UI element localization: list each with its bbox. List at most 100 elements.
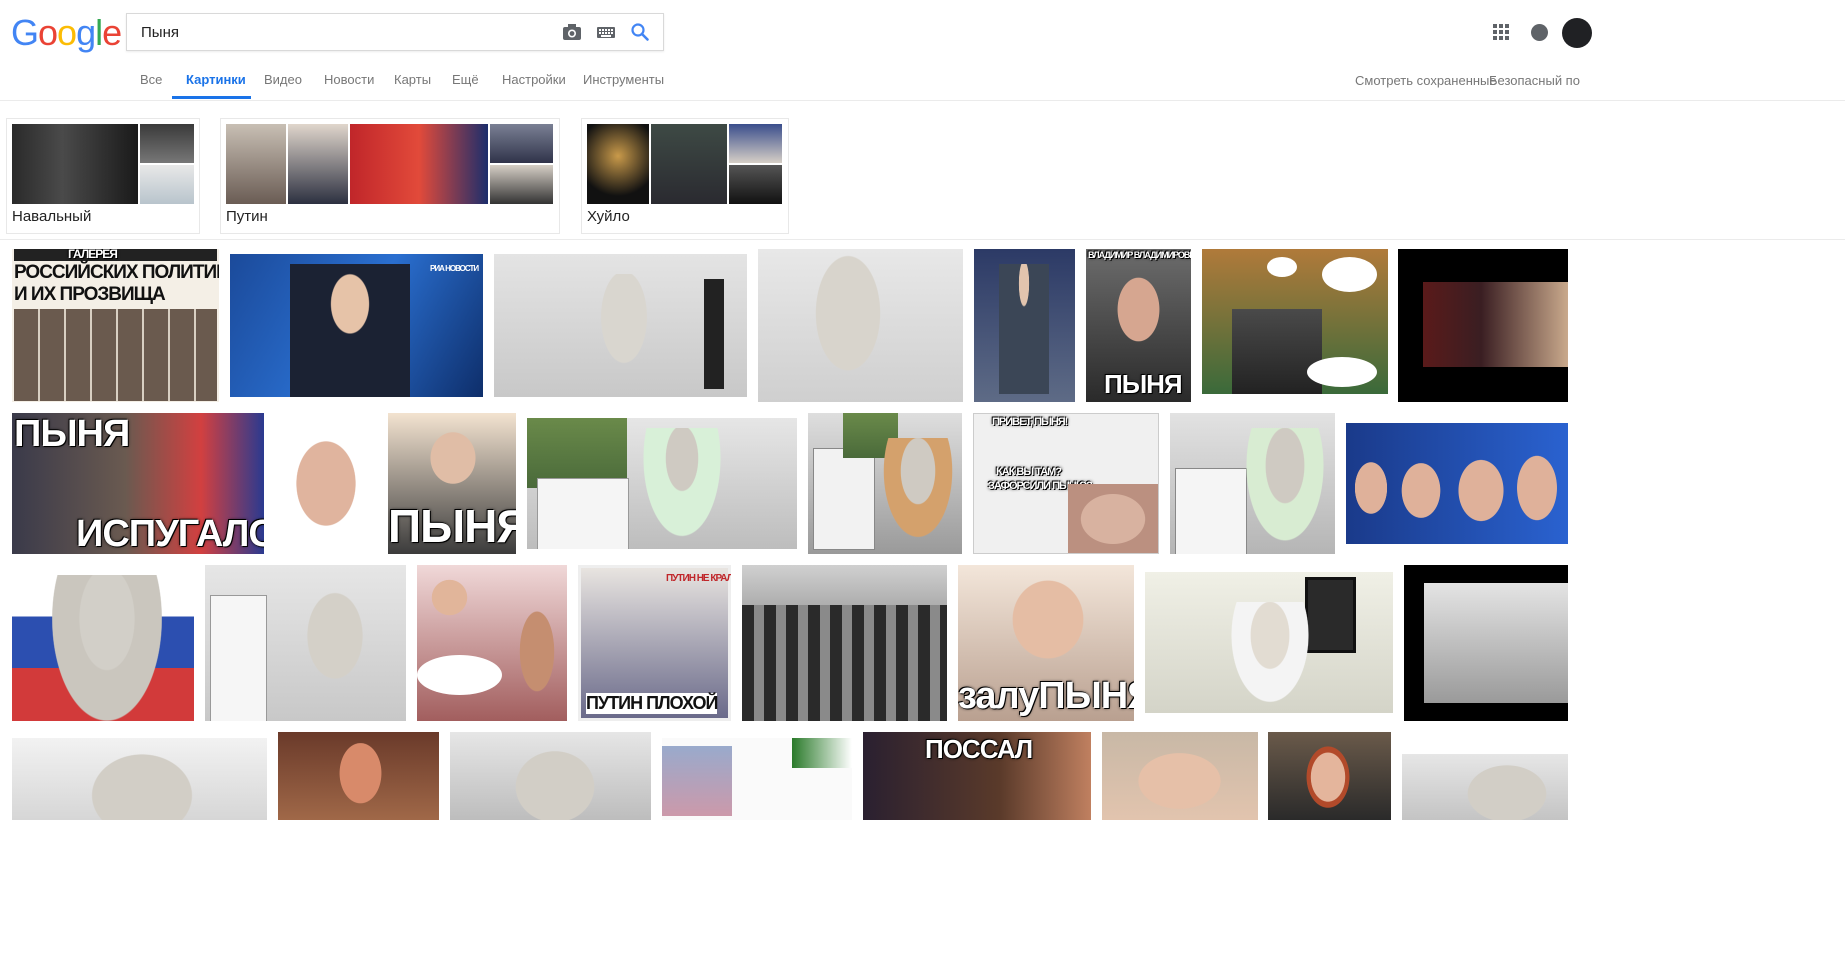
header: Google Все Картинки Видео Новости Карты — [0, 0, 1845, 101]
tab-news[interactable]: Новости — [324, 72, 374, 87]
person — [999, 264, 1049, 394]
face — [1122, 742, 1237, 820]
chip-label: Хуйло — [587, 208, 630, 225]
face — [1452, 754, 1562, 820]
character — [637, 428, 727, 549]
result-image-3d-bed[interactable] — [1145, 572, 1393, 713]
result-image-cartoon-faces-blue[interactable] — [1346, 423, 1568, 544]
result-image-3d-character-room[interactable] — [494, 254, 747, 397]
tab-tools[interactable]: Инструменты — [583, 72, 664, 87]
chip-thumbnail — [651, 124, 727, 204]
camera-icon[interactable] — [562, 22, 582, 42]
apps-grid-icon[interactable] — [1493, 24, 1509, 40]
saved-images-link[interactable]: Смотреть сохраненные — [1355, 73, 1497, 88]
search-input[interactable] — [141, 14, 541, 50]
collage-item — [792, 738, 852, 768]
person — [290, 264, 410, 397]
face — [1298, 742, 1358, 820]
chip-thumbnail — [490, 124, 553, 163]
result-image-3d-dark[interactable] — [1404, 565, 1568, 721]
monitor — [537, 478, 629, 549]
image-caption: ПЫНЯ — [388, 500, 516, 552]
chip-thumbnail — [226, 124, 286, 204]
characters — [1232, 309, 1322, 394]
character — [798, 254, 898, 402]
image-caption: залуПЫНЯ — [958, 675, 1134, 717]
monitor — [210, 595, 267, 721]
speech-bubble — [1322, 257, 1377, 292]
tab-images[interactable]: Картинки — [186, 72, 246, 87]
face — [1106, 269, 1171, 359]
photo-grid — [14, 309, 217, 401]
related-chip-putin[interactable]: Путин — [220, 118, 560, 234]
result-image-privet-pynya[interactable]: ПРИВЕТ, ПЫНЯ! КАК ВЫ ТАМ? ЗАФОРСИЛИ ПЫНЮ… — [973, 413, 1159, 554]
keyboard-icon[interactable] — [596, 22, 616, 42]
chip-thumbnail — [140, 124, 194, 163]
result-image-cartoon-room[interactable] — [417, 565, 567, 721]
google-logo[interactable]: Google — [11, 12, 122, 54]
result-image-3d-face-close-3[interactable] — [1402, 754, 1568, 820]
account-avatar[interactable] — [1562, 18, 1592, 48]
result-image-comic-strip[interactable] — [1202, 249, 1388, 394]
result-image-putin-dark[interactable] — [1398, 249, 1568, 402]
image-caption: ГАЛЕРЕЯ — [68, 249, 118, 261]
result-image-vladimir-pynya[interactable]: ВЛАДИМИР ВЛАДИМИРОВИЧ ПЫНЯ — [1086, 249, 1191, 402]
result-image-3d-computer-2[interactable] — [808, 413, 962, 554]
result-image-3d-character-4[interactable] — [205, 565, 406, 721]
result-image-3d-crowd[interactable] — [742, 565, 947, 721]
result-image-cartoon-baby[interactable] — [278, 732, 439, 820]
character — [280, 590, 390, 721]
chip-thumbnail — [288, 124, 348, 204]
result-image-3d-computer[interactable] — [527, 418, 797, 549]
chip-thumbnail — [350, 124, 488, 204]
result-image-politicians-gallery[interactable]: ГАЛЕРЕЯ РОССИЙСКИХ ПОЛИТИКОВ И ИХ ПРОЗВИ… — [12, 249, 219, 402]
character — [584, 274, 664, 397]
tab-video[interactable]: Видео — [264, 72, 302, 87]
chip-label: Навальный — [12, 208, 92, 225]
result-image-3d-flag[interactable] — [12, 565, 194, 721]
result-image-zalupynya[interactable]: залуПЫНЯ — [958, 565, 1134, 721]
chip-thumbnail — [587, 124, 649, 204]
image-caption: И ИХ ПРОЗВИЩА — [14, 284, 166, 305]
result-image-putin-ria[interactable]: РИА НОВОСТИ — [230, 254, 483, 397]
result-image-3d-character-face[interactable] — [758, 249, 963, 402]
notifications-icon[interactable] — [1531, 24, 1548, 41]
result-image-putin-face[interactable] — [1102, 732, 1258, 820]
result-image-pynya-military[interactable]: ПЫНЯ — [388, 413, 516, 554]
chip-thumbnail — [490, 165, 553, 204]
result-image-man-glasses[interactable] — [1268, 732, 1391, 820]
tab-all[interactable]: Все — [140, 72, 162, 87]
image-caption: РОССИЙСКИХ ПОЛИТИКОВ — [14, 262, 219, 283]
face — [1391, 448, 1451, 533]
search-icon[interactable] — [630, 22, 650, 42]
image-caption: ИСПУГАЛСЯ — [76, 513, 264, 554]
result-image-putin-ne-kral[interactable]: ПУТИН НЕ КРАЛ ЛЕС ! ПУТИН ПЛОХОЙ — [578, 565, 731, 721]
door — [704, 279, 724, 389]
result-image-putin-suit[interactable] — [974, 249, 1075, 402]
speech-bubble — [1267, 257, 1297, 277]
image-caption: ПУТИН ПЛОХОЙ — [586, 693, 718, 714]
result-image-3d-computer-3[interactable] — [1170, 413, 1335, 554]
monitor — [1175, 468, 1247, 554]
related-chip-navalny[interactable]: Навальный — [6, 118, 200, 234]
image-caption: ПЫНЯ — [1104, 369, 1183, 399]
result-image-3d-face-close-2[interactable] — [450, 732, 651, 820]
image-caption: ПОССАЛ — [925, 734, 1033, 764]
result-image-possal[interactable]: ПОССАЛ — [863, 732, 1091, 820]
tab-settings[interactable]: Настройки — [502, 72, 566, 87]
related-chip-huilo[interactable]: Хуйло — [581, 118, 789, 234]
character — [328, 742, 393, 820]
result-image-pynya-ispugalsya[interactable]: ПЫНЯ ИСПУГАЛСЯ — [12, 413, 264, 554]
active-tab-indicator — [172, 96, 251, 99]
result-image-altright-collage[interactable] — [662, 738, 852, 820]
safe-search-link[interactable]: Безопасный по — [1489, 73, 1580, 88]
face — [1068, 484, 1158, 553]
collage-item — [662, 746, 732, 816]
result-image-cartoon-face[interactable] — [275, 413, 377, 554]
chip-thumbnail — [729, 165, 782, 204]
tab-maps[interactable]: Карты — [394, 72, 431, 87]
result-image-3d-face-close[interactable] — [12, 738, 267, 820]
tab-more[interactable]: Ещё — [452, 72, 479, 87]
image-caption: РИА НОВОСТИ — [430, 264, 479, 273]
character — [878, 438, 958, 548]
